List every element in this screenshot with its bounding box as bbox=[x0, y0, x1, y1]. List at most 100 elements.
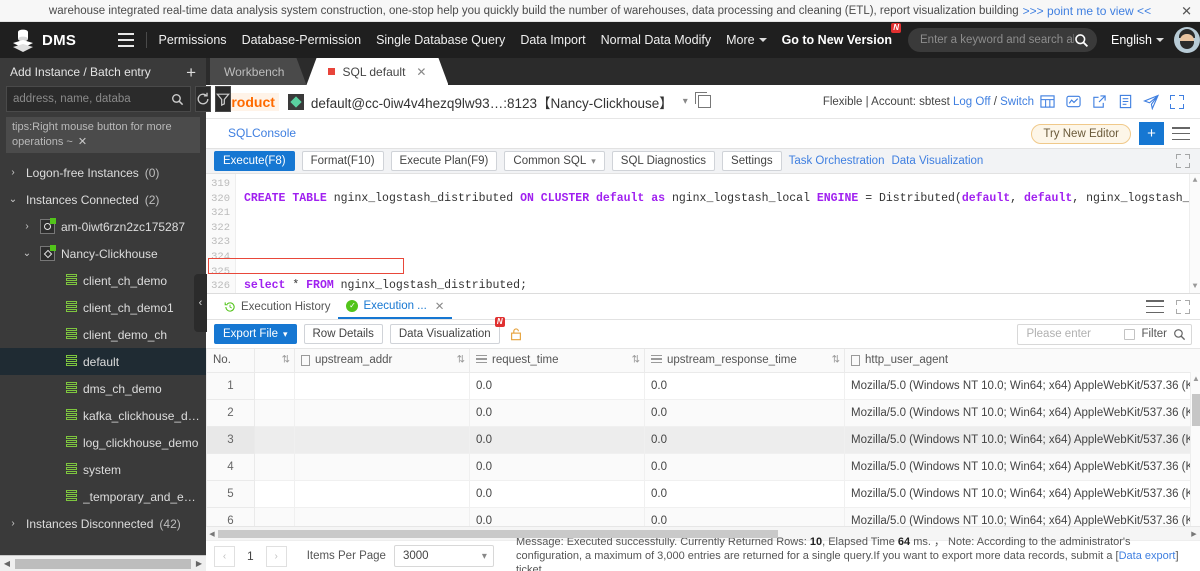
execute-plan-button[interactable]: Execute Plan(F9) bbox=[390, 151, 498, 171]
export-file-button[interactable]: Export File ▾ bbox=[214, 324, 297, 344]
sidebar-search[interactable] bbox=[6, 86, 191, 112]
sort-icon[interactable]: ⇅ bbox=[282, 355, 291, 366]
tree-node-nancy-clickhouse[interactable]: ⌄ Nancy-Clickhouse bbox=[0, 240, 206, 267]
cell-no[interactable]: 2 bbox=[206, 398, 255, 427]
cell-request_time[interactable]: 0.0 bbox=[469, 506, 645, 526]
filter-button[interactable] bbox=[215, 86, 231, 112]
tree-node-log-clickhouse-demo[interactable]: ›log_clickhouse_demo bbox=[0, 429, 206, 456]
brand-logo-group[interactable]: DMS bbox=[10, 27, 110, 53]
items-per-page-select[interactable]: 3000 ▾ bbox=[393, 545, 494, 567]
format-button[interactable]: Format(F10) bbox=[301, 151, 384, 171]
next-page-button[interactable]: › bbox=[265, 545, 287, 567]
cell-blank[interactable] bbox=[254, 425, 295, 454]
document-icon[interactable] bbox=[1112, 89, 1138, 115]
cell-upstream_addr[interactable] bbox=[294, 398, 470, 427]
tree-node-client-demo-ch[interactable]: ›client_demo_ch bbox=[0, 321, 206, 348]
cell-no[interactable]: 4 bbox=[206, 452, 255, 481]
sort-icon[interactable]: ⇅ bbox=[632, 355, 641, 366]
table-row[interactable]: 6 0.0 0.0 Mozilla/5.0 (Windows NT 10.0; Win… bbox=[206, 506, 1200, 526]
search-icon[interactable] bbox=[1173, 328, 1186, 341]
cell-no[interactable]: 5 bbox=[206, 479, 255, 508]
cell-request_time[interactable]: 0.0 bbox=[469, 371, 645, 400]
data-export-link[interactable]: Data export bbox=[1119, 550, 1176, 562]
table-row[interactable]: 3 0.0 0.0 Mozilla/5.0 (Windows NT 10.0; Win… bbox=[206, 425, 1200, 454]
tree-node-client-ch-demo[interactable]: ›client_ch_demo bbox=[0, 267, 206, 294]
search-icon[interactable] bbox=[1074, 33, 1089, 48]
unlock-icon[interactable] bbox=[509, 327, 523, 341]
nav-item-single-database-query[interactable]: Single Database Query bbox=[376, 33, 505, 47]
sidebar-collapse-handle[interactable]: ‹ bbox=[194, 274, 207, 332]
prev-page-button[interactable]: ‹ bbox=[214, 545, 235, 567]
scroll-up-icon[interactable]: ▲ bbox=[1193, 176, 1198, 185]
chevron-down-icon[interactable]: ⌄ bbox=[6, 194, 20, 205]
nav-item-database-permission[interactable]: Database-Permission bbox=[242, 33, 362, 47]
editor-vertical-scrollbar[interactable]: ▲ ▼ bbox=[1189, 174, 1200, 293]
tree-node-system[interactable]: ›system bbox=[0, 456, 206, 483]
add-instance-button[interactable]: + bbox=[186, 64, 196, 81]
scrollbar-thumb[interactable] bbox=[15, 558, 191, 569]
monitor-icon[interactable] bbox=[1060, 89, 1086, 115]
log-off-link[interactable]: Log Off bbox=[953, 96, 991, 108]
cell-upstream_response_time[interactable]: 0.0 bbox=[644, 452, 845, 481]
add-instance-label[interactable]: Add Instance / Batch entry bbox=[10, 65, 151, 79]
cell-blank[interactable] bbox=[254, 506, 295, 526]
tree-node-instances-connected[interactable]: ⌄ Instances Connected (2) bbox=[0, 186, 206, 213]
copy-icon[interactable] bbox=[694, 92, 711, 108]
column-header-upstream-response-time[interactable]: upstream_response_time ⇅ bbox=[644, 349, 845, 373]
sidebar-search-input[interactable] bbox=[13, 93, 167, 105]
cell-no[interactable]: 1 bbox=[206, 371, 255, 400]
tree-node-client-ch-demo1[interactable]: ›client_ch_demo1 bbox=[0, 294, 206, 321]
tab-sqlconsole[interactable]: SQLConsole bbox=[212, 119, 313, 148]
common-sql-button[interactable]: Common SQL ▾ bbox=[504, 151, 605, 171]
editor-code[interactable]: CREATE TABLE nginx_logstash_distributed … bbox=[236, 174, 1200, 293]
table-row[interactable]: 4 0.0 0.0 Mozilla/5.0 (Windows NT 10.0; Win… bbox=[206, 452, 1200, 481]
cell-request_time[interactable]: 0.0 bbox=[469, 425, 645, 454]
data-visualization-button[interactable]: Data Visualization N bbox=[389, 317, 505, 344]
try-new-editor-button[interactable]: Try New Editor bbox=[1031, 123, 1131, 144]
tree-node-dms-ch-demo[interactable]: ›dms_ch_demo bbox=[0, 375, 206, 402]
cell-http_user_agent[interactable]: Mozilla/5.0 (Windows NT 10.0; Win64; x64… bbox=[844, 452, 1200, 481]
cell-upstream_addr[interactable] bbox=[294, 506, 470, 526]
cell-request_time[interactable]: 0.0 bbox=[469, 398, 645, 427]
scrollbar-thumb[interactable] bbox=[218, 529, 778, 538]
cell-http_user_agent[interactable]: Mozilla/5.0 (Windows NT 10.0; Win64; x64… bbox=[844, 479, 1200, 508]
nav-item-normal-data-modify[interactable]: Normal Data Modify bbox=[601, 33, 711, 47]
cell-upstream_addr[interactable] bbox=[294, 479, 470, 508]
chevron-down-icon[interactable]: ▾ bbox=[683, 96, 688, 107]
scrollbar-thumb[interactable] bbox=[1192, 394, 1200, 426]
tree-node-default[interactable]: ›default bbox=[0, 348, 206, 375]
result-filter-input[interactable] bbox=[1026, 328, 1119, 340]
cell-http_user_agent[interactable]: Mozilla/5.0 (Windows NT 10.0; Win64; x64… bbox=[844, 506, 1200, 526]
result-menu-icon[interactable] bbox=[1146, 300, 1164, 313]
search-icon[interactable] bbox=[171, 93, 184, 106]
nav-item-permissions[interactable]: Permissions bbox=[158, 33, 226, 47]
cell-blank[interactable] bbox=[254, 479, 295, 508]
tree-node--temporary-and-external-tables[interactable]: ›_temporary_and_external_tables bbox=[0, 483, 206, 510]
sidebar-horizontal-scrollbar[interactable]: ◀ ▶ bbox=[0, 555, 206, 571]
global-search-input[interactable] bbox=[920, 34, 1074, 46]
menu-toggle-icon[interactable] bbox=[117, 33, 134, 47]
chevron-right-icon[interactable]: › bbox=[6, 518, 20, 529]
cell-http_user_agent[interactable]: Mozilla/5.0 (Windows NT 10.0; Win64; x64… bbox=[844, 425, 1200, 454]
row-details-button[interactable]: Row Details bbox=[303, 324, 383, 344]
cell-blank[interactable] bbox=[254, 398, 295, 427]
cell-upstream_response_time[interactable]: 0.0 bbox=[644, 479, 845, 508]
chevron-right-icon[interactable]: › bbox=[6, 167, 20, 178]
scroll-down-icon[interactable]: ▼ bbox=[1193, 282, 1198, 291]
scroll-left-icon[interactable]: ◀ bbox=[206, 530, 218, 538]
new-tab-button[interactable]: + bbox=[1139, 122, 1164, 145]
cell-upstream_response_time[interactable]: 0.0 bbox=[644, 506, 845, 526]
settings-button[interactable]: Settings bbox=[722, 151, 782, 171]
sql-diagnostics-button[interactable]: SQL Diagnostics bbox=[611, 151, 716, 171]
close-icon[interactable]: ✕ bbox=[78, 136, 87, 148]
close-icon[interactable]: ✕ bbox=[416, 65, 426, 79]
expand-editor-icon[interactable] bbox=[1176, 154, 1190, 168]
result-filter[interactable]: Filter bbox=[1017, 323, 1192, 345]
cell-upstream_response_time[interactable]: 0.0 bbox=[644, 398, 845, 427]
cell-blank[interactable] bbox=[254, 452, 295, 481]
expand-result-icon[interactable] bbox=[1176, 299, 1190, 314]
cell-request_time[interactable]: 0.0 bbox=[469, 479, 645, 508]
external-link-icon[interactable] bbox=[1086, 89, 1112, 115]
table-row[interactable]: 2 0.0 0.0 Mozilla/5.0 (Windows NT 10.0; Win… bbox=[206, 398, 1200, 427]
language-selector[interactable]: English bbox=[1111, 33, 1164, 47]
